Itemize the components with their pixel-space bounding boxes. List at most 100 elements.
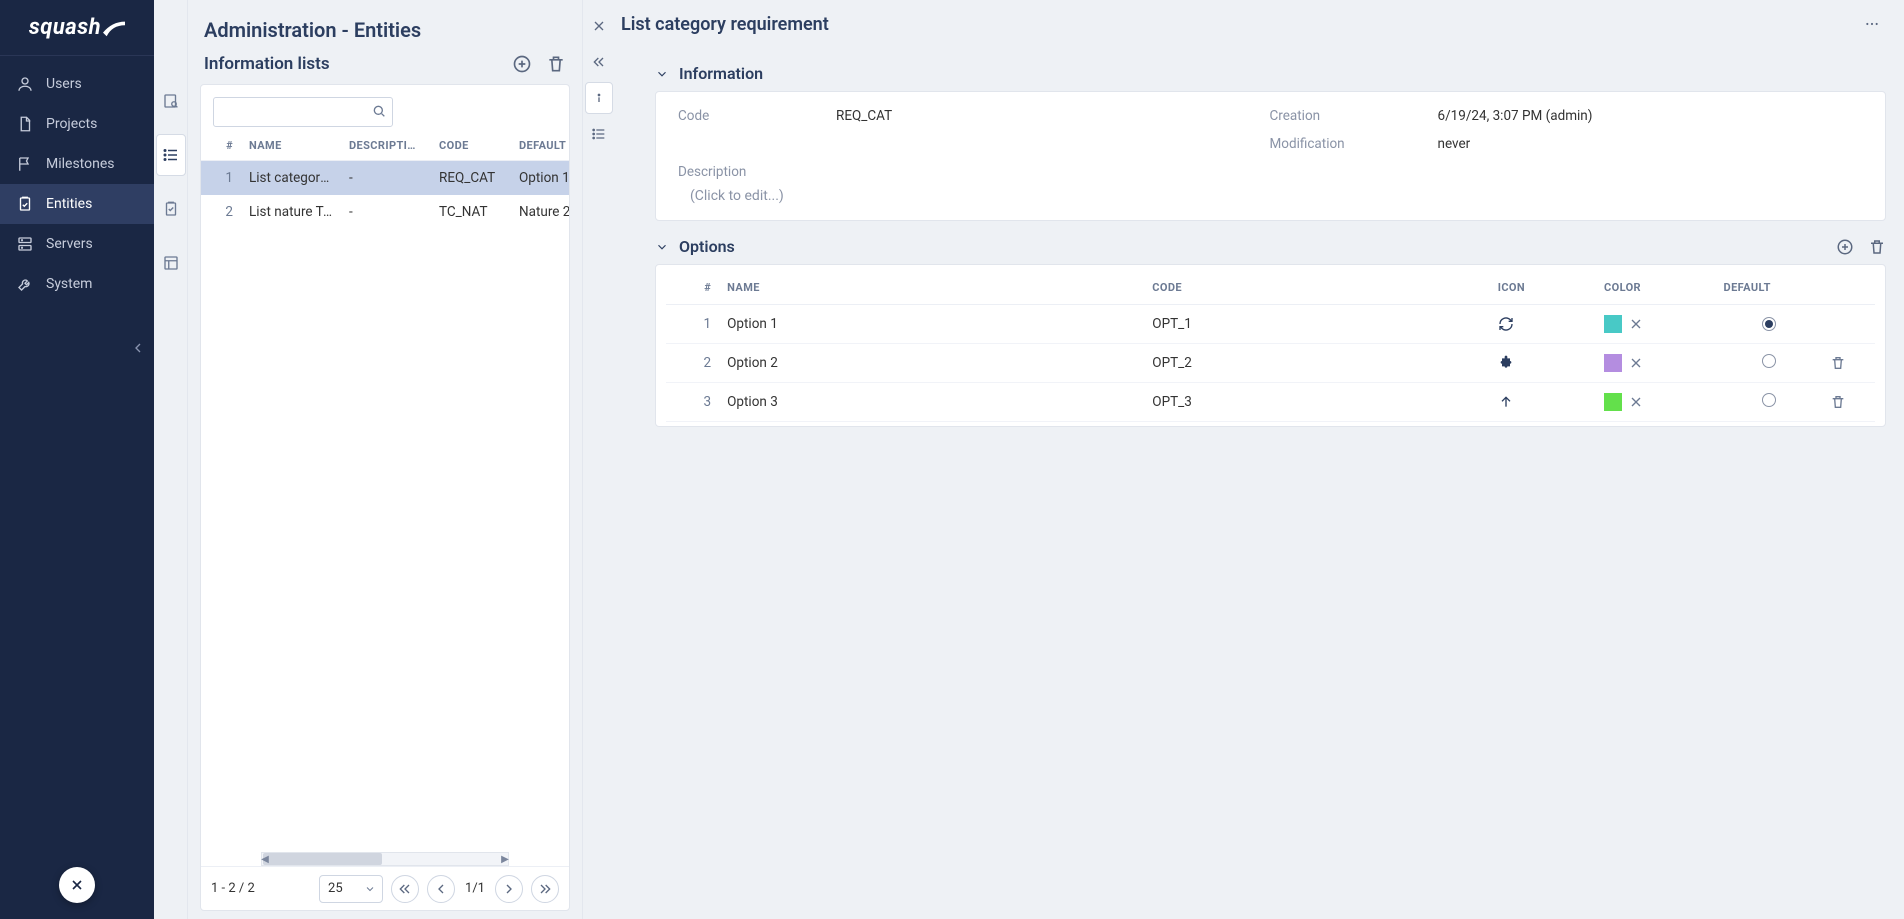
clear-color-button[interactable] [1628,316,1644,332]
arrow-up-icon [1498,394,1514,410]
detail-panel: List category requirement Information Co… [583,0,1904,919]
sidebar-item-servers[interactable]: Servers [0,224,154,264]
col-icon[interactable]: ICON [1490,271,1596,305]
info-description-editor[interactable]: (Click to edit...) [678,188,1863,204]
sidebar-item-milestones[interactable]: Milestones [0,144,154,184]
col-code[interactable]: CODE [431,139,511,152]
clear-color-button[interactable] [1628,394,1644,410]
delete-list-button[interactable] [546,54,566,74]
list-header-row: # NAME DESCRIPTION CODE DEFAULT [201,135,569,161]
cell-name[interactable]: Option 3 [719,383,1144,422]
pager-prev-button[interactable] [427,875,455,903]
cell-num: 1 [666,305,719,344]
rail-item-custom-fields[interactable] [156,80,186,122]
add-option-button[interactable] [1836,238,1854,256]
pager-indicator: 1/1 [463,881,487,896]
cell-color[interactable] [1604,315,1708,333]
cell-code[interactable]: OPT_2 [1144,344,1489,383]
clear-color-button[interactable] [1628,355,1644,371]
options-section-toggle[interactable]: Options [655,237,735,256]
cell-color[interactable] [1604,354,1708,372]
search-input[interactable] [213,97,393,127]
detail-close-button[interactable] [585,10,613,42]
delete-option-button[interactable] [1868,238,1886,256]
logo-swoosh-icon [103,19,125,37]
cell-code[interactable]: OPT_1 [1144,305,1489,344]
option-row[interactable]: 1Option 1OPT_1 [666,305,1875,344]
chevron-right-icon [501,881,517,897]
default-radio[interactable] [1762,393,1776,407]
form-search-icon [162,92,180,110]
hscroll-left-icon[interactable]: ◀ [259,852,271,866]
option-row[interactable]: 2Option 2OPT_2 [666,344,1875,383]
list-row[interactable]: 1List category r...-REQ_CATOption 1 [201,161,569,195]
cell-color[interactable] [1604,393,1708,411]
rail-item-templates[interactable] [156,242,186,284]
pager-size-select[interactable]: 25 [319,875,383,903]
col-color[interactable]: COLOR [1596,271,1716,305]
default-radio[interactable] [1762,317,1776,331]
sidebar-item-entities[interactable]: Entities [0,184,154,224]
delete-row-button[interactable] [1830,355,1867,371]
info-section-toggle[interactable]: Information [655,64,763,83]
info-code-value[interactable]: REQ_CAT [836,108,1262,124]
hscroll-right-icon[interactable]: ▶ [499,852,511,866]
add-list-button[interactable] [512,54,532,74]
chevron-down-icon [655,67,669,81]
col-default[interactable]: DEFAULT [511,139,569,152]
col-default[interactable]: DEFAULT [1716,271,1822,305]
pager-next-button[interactable] [495,875,523,903]
cell-name: List nature Tes... [241,204,341,220]
delete-row-button[interactable] [1830,394,1867,410]
detail-tab-info[interactable] [585,82,613,114]
col-num[interactable]: # [201,139,241,152]
pager-last-button[interactable] [531,875,559,903]
sidebar-item-projects[interactable]: Projects [0,104,154,144]
detail-more-button[interactable] [1864,16,1886,32]
col-name[interactable]: NAME [719,271,1144,305]
detail-collapse-button[interactable] [585,46,613,78]
color-swatch [1604,354,1622,372]
option-row[interactable]: 3Option 3OPT_3 [666,383,1875,422]
cell-code: TC_NAT [431,204,511,220]
default-radio[interactable] [1762,354,1776,368]
cell-icon[interactable] [1498,355,1588,371]
cell-name[interactable]: Option 1 [719,305,1144,344]
sidebar-item-label: System [46,276,92,292]
cell-icon[interactable] [1498,316,1588,332]
rail-item-requirements-link[interactable] [156,188,186,230]
cell-name[interactable]: Option 2 [719,344,1144,383]
chevron-left-icon [433,881,449,897]
cell-icon[interactable] [1498,394,1588,410]
info-panel: Code REQ_CAT Creation 6/19/24, 3:07 PM (… [655,91,1886,221]
sidebar-collapse-button[interactable] [130,340,146,356]
col-code[interactable]: CODE [1144,271,1489,305]
list-horizontal-scrollbar[interactable]: ◀ ▶ [261,852,509,866]
clipboard-icon [162,200,180,218]
sidebar-item-system[interactable]: System [0,264,154,304]
cell-code[interactable]: OPT_3 [1144,383,1489,422]
detail-rail [583,0,615,919]
col-description[interactable]: DESCRIPTION [341,139,431,152]
pager-first-button[interactable] [391,875,419,903]
info-creation-label: Creation [1270,108,1430,124]
list-row[interactable]: 2List nature Tes...-TC_NATNature 2 [201,195,569,229]
search-icon [371,103,387,119]
cell-num: 2 [201,204,241,220]
options-header-row: # NAME CODE ICON COLOR DEFAULT [666,271,1875,305]
flag-icon [16,155,34,173]
col-name[interactable]: NAME [241,139,341,152]
cell-default: Nature 2 [511,204,569,220]
app-logo-text: squash [29,15,125,40]
list-pager: 1 - 2 / 2 25 1/1 [201,866,569,910]
clipboard-check-icon [16,195,34,213]
rail-item-information-lists[interactable] [156,134,186,176]
detail-tab-options[interactable] [585,118,613,150]
col-num[interactable]: # [666,271,719,305]
info-creation-value: 6/19/24, 3:07 PM (admin) [1438,108,1864,124]
chevrons-left-icon [591,54,607,70]
info-description-label: Description [678,164,1863,180]
sidebar-item-users[interactable]: Users [0,64,154,104]
cell-default: Option 1 [511,170,569,186]
close-admin-button[interactable] [59,867,95,903]
